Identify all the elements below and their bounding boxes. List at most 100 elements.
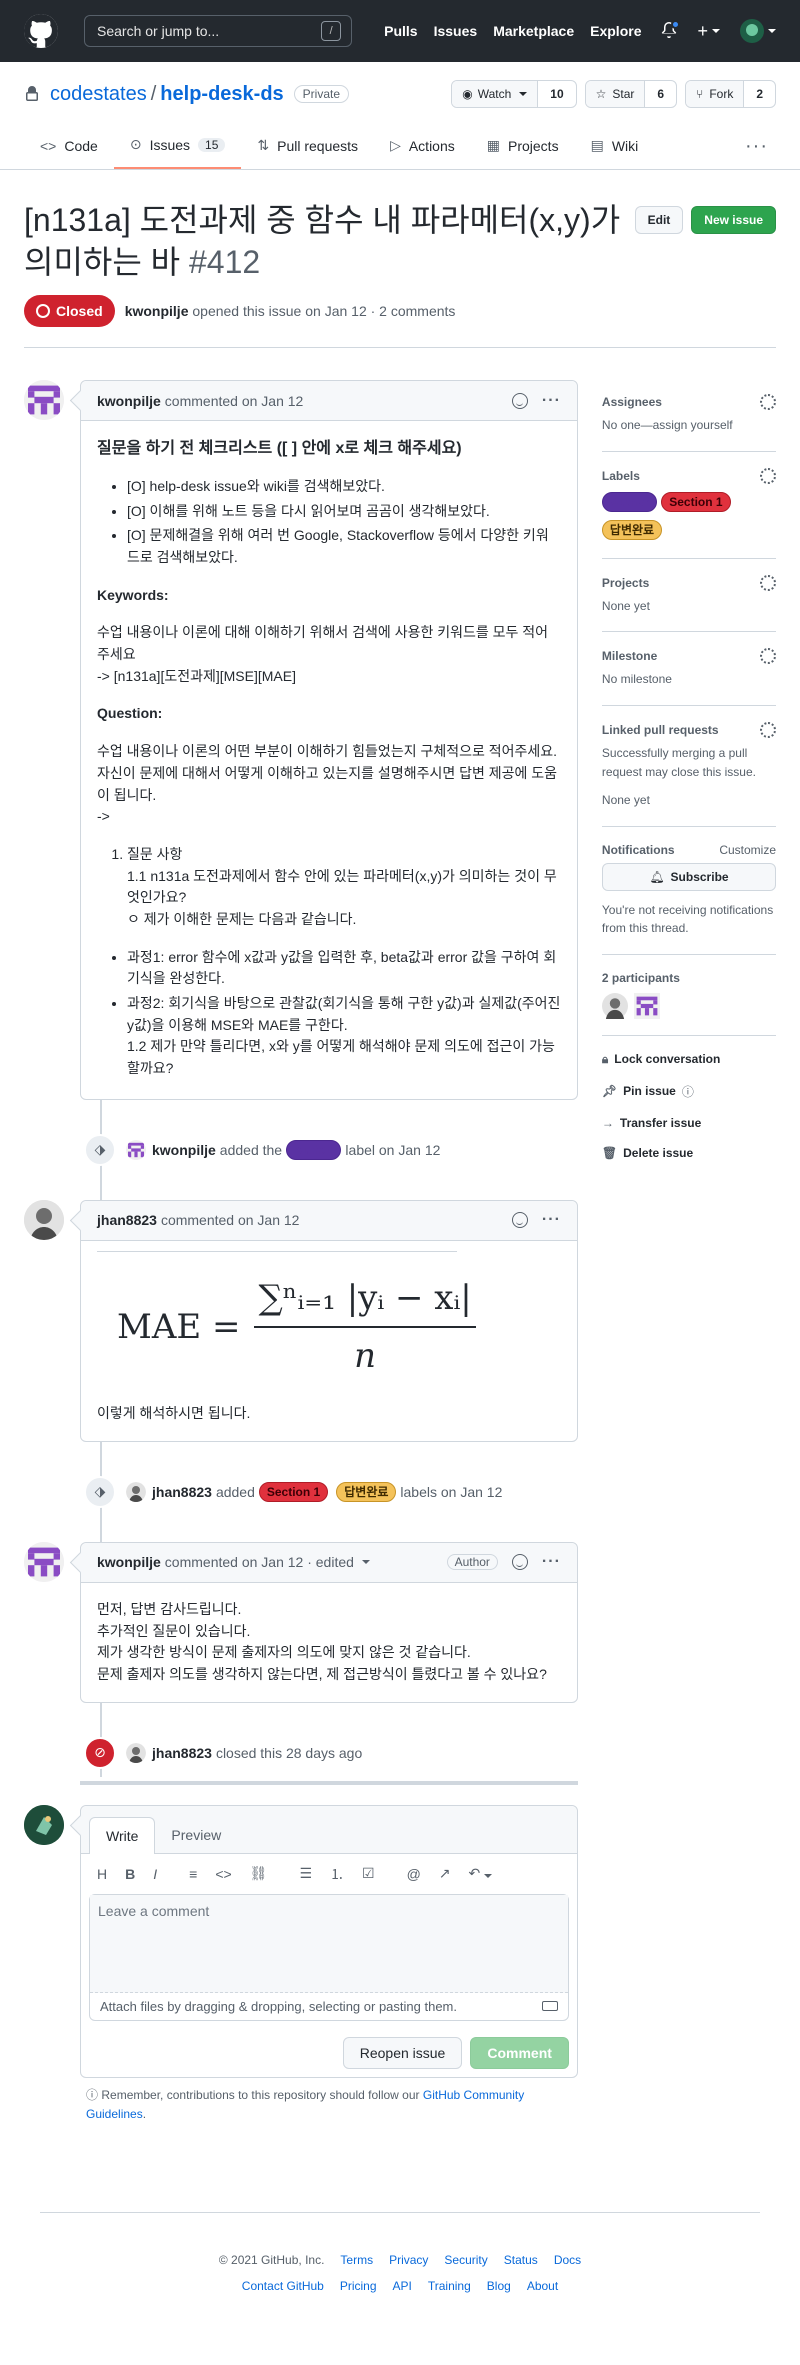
footer-link-contact[interactable]: Contact GitHub: [242, 2279, 324, 2293]
quote-icon[interactable]: ≡: [189, 1866, 197, 1882]
current-user-avatar[interactable]: [24, 1804, 64, 1845]
tab-projects[interactable]: ▦ Projects: [471, 124, 575, 169]
attach-files-area[interactable]: Attach files by dragging & dropping, sel…: [90, 1993, 568, 2020]
footer-link-about[interactable]: About: [527, 2279, 558, 2293]
section-1-label[interactable]: Section 1: [661, 491, 731, 512]
tab-wiki[interactable]: ▤ Wiki: [575, 124, 655, 169]
comment-kebab-icon[interactable]: ···: [542, 1211, 561, 1229]
gear-icon[interactable]: [760, 394, 776, 411]
answered-label[interactable]: 답변완료: [601, 519, 663, 540]
info-icon[interactable]: ⓘ: [682, 1083, 694, 1100]
footer-link-api[interactable]: API: [393, 2279, 412, 2293]
footer-link-blog[interactable]: Blog: [487, 2279, 511, 2293]
kwonpilje-avatar[interactable]: [24, 380, 64, 421]
footer-link-status[interactable]: Status: [504, 2253, 538, 2267]
tab-preview[interactable]: Preview: [155, 1817, 237, 1853]
code-icon[interactable]: <>: [215, 1866, 231, 1882]
link-icon[interactable]: ⛓: [250, 1865, 268, 1882]
edit-title-button[interactable]: Edit: [634, 206, 684, 234]
jhan8823-avatar[interactable]: [601, 992, 628, 1019]
jhan8823-avatar[interactable]: [126, 1742, 146, 1763]
comment-author-link[interactable]: kwonpilje: [97, 393, 161, 409]
comment-kebab-icon[interactable]: ···: [542, 392, 561, 410]
tab-actions[interactable]: ▷ Actions: [374, 124, 471, 169]
tab-write[interactable]: Write: [89, 1816, 156, 1854]
footer-link-pricing[interactable]: Pricing: [340, 2279, 377, 2293]
event-actor-link[interactable]: jhan8823: [152, 1484, 212, 1500]
comment-time[interactable]: commented on Jan 12: [161, 1212, 300, 1228]
comment-button[interactable]: Comment: [470, 2036, 569, 2069]
notifications-bell-icon[interactable]: [661, 19, 681, 41]
mention-icon[interactable]: @: [407, 1866, 421, 1882]
watch-count[interactable]: 10: [538, 81, 575, 107]
transfer-issue-link[interactable]: → Transfer issue: [602, 1108, 776, 1138]
search-input[interactable]: Search or jump to... /: [84, 15, 353, 47]
answered-label[interactable]: 답변완료: [336, 1481, 397, 1502]
gear-icon[interactable]: [760, 467, 776, 484]
footer-link-training[interactable]: Training: [428, 2279, 471, 2293]
edits-chevron-down-icon[interactable]: [361, 1560, 370, 1565]
kwonpilje-avatar[interactable]: [633, 992, 660, 1019]
comment-author-link[interactable]: jhan8823: [97, 1212, 157, 1228]
reply-icon[interactable]: ↶: [469, 1865, 511, 1882]
author-label[interactable]: Author: [286, 1139, 342, 1160]
reaction-smiley-icon[interactable]: [511, 392, 528, 409]
nav-issues[interactable]: Issues: [434, 23, 478, 39]
delete-issue-link[interactable]: 🗑︎ Delete issue: [602, 1138, 776, 1168]
more-tabs-kebab-icon[interactable]: ···: [745, 124, 776, 169]
comment-textarea[interactable]: Leave a comment: [90, 1894, 568, 1993]
jhan8823-avatar[interactable]: [24, 1199, 64, 1240]
numbered-list-icon[interactable]: ⒈: [330, 1864, 344, 1884]
markdown-icon[interactable]: [541, 2001, 558, 2012]
kwonpilje-avatar[interactable]: [126, 1139, 146, 1160]
reaction-smiley-icon[interactable]: [511, 1212, 528, 1229]
gear-icon[interactable]: [760, 721, 776, 738]
assignees-value[interactable]: No one—assign yourself: [602, 416, 776, 435]
comment-time[interactable]: commented on Jan 12: [165, 393, 304, 409]
watch-button[interactable]: ◉ Watch 10: [451, 80, 577, 108]
pin-issue-link[interactable]: 📌︎ Pin issue ⓘ: [602, 1075, 776, 1108]
footer-link-terms[interactable]: Terms: [340, 2253, 373, 2267]
tab-issues[interactable]: ⊙ Issues 15: [113, 124, 242, 169]
nav-pulls[interactable]: Pulls: [384, 23, 417, 39]
author-label[interactable]: Author: [601, 491, 658, 512]
nav-explore[interactable]: Explore: [590, 23, 641, 39]
new-issue-button[interactable]: New issue: [691, 206, 776, 234]
user-menu-dropdown[interactable]: [740, 19, 776, 43]
reopen-issue-button[interactable]: Reopen issue: [342, 2036, 463, 2069]
comment-kebab-icon[interactable]: ···: [542, 1553, 561, 1571]
comment-author-link[interactable]: kwonpilje: [97, 1554, 161, 1570]
tab-pull-requests[interactable]: ⇅ Pull requests: [241, 124, 374, 169]
jhan8823-avatar[interactable]: [126, 1481, 146, 1502]
comment-time[interactable]: commented on Jan 12 · edited: [165, 1554, 354, 1570]
kwonpilje-avatar[interactable]: [24, 1541, 64, 1582]
italic-icon[interactable]: I: [153, 1866, 157, 1882]
footer-link-privacy[interactable]: Privacy: [389, 2253, 428, 2267]
event-actor-link[interactable]: jhan8823: [152, 1745, 212, 1761]
bullet-list-icon[interactable]: ☰: [299, 1865, 312, 1882]
section-1-label[interactable]: Section 1: [258, 1481, 329, 1502]
lock-conversation-link[interactable]: 🔒︎ Lock conversation: [602, 1044, 776, 1075]
reference-icon[interactable]: ↗: [439, 1865, 451, 1882]
issue-author-link[interactable]: kwonpilje: [125, 303, 189, 319]
nav-marketplace[interactable]: Marketplace: [493, 23, 574, 39]
footer-link-docs[interactable]: Docs: [554, 2253, 581, 2267]
customize-link[interactable]: Customize: [719, 843, 776, 857]
tab-code[interactable]: <> Code: [24, 124, 114, 169]
star-count[interactable]: 6: [645, 81, 676, 107]
heading-icon[interactable]: H: [97, 1866, 107, 1882]
repo-name-link[interactable]: help-desk-ds: [160, 83, 283, 105]
star-button[interactable]: ☆ Star 6: [584, 80, 678, 108]
bold-icon[interactable]: B: [125, 1866, 135, 1882]
reaction-smiley-icon[interactable]: [511, 1554, 528, 1571]
event-actor-link[interactable]: kwonpilje: [152, 1142, 216, 1158]
fork-button[interactable]: ⑂ Fork 2: [685, 80, 776, 108]
fork-count[interactable]: 2: [744, 81, 775, 107]
gear-icon[interactable]: [760, 648, 776, 665]
repo-owner-link[interactable]: codestates: [50, 83, 147, 105]
task-list-icon[interactable]: ☑: [362, 1865, 375, 1882]
gear-icon[interactable]: [760, 574, 776, 591]
subscribe-button[interactable]: 🔔︎ Subscribe: [601, 862, 776, 891]
github-logo-icon[interactable]: [24, 14, 58, 48]
footer-link-security[interactable]: Security: [444, 2253, 487, 2267]
